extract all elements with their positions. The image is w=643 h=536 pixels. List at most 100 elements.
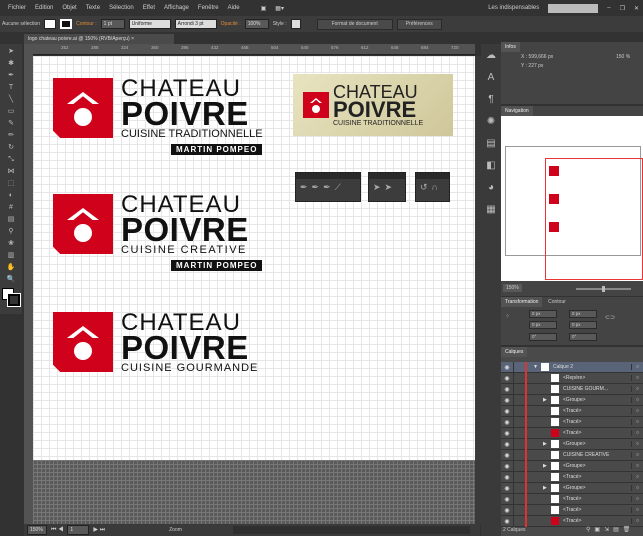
target-circle-icon[interactable]: ○ (631, 507, 643, 513)
opacity-field[interactable]: 100% (244, 19, 269, 29)
target-circle-icon[interactable]: ○ (631, 408, 643, 414)
next-page-icon[interactable]: ▶ ⏭ (93, 526, 105, 534)
type-tool-icon[interactable]: T (4, 83, 18, 92)
expand-arrow-icon[interactable]: ▶ (543, 397, 551, 403)
tab-transformation[interactable]: Transformation (501, 297, 543, 307)
search-input[interactable] (548, 3, 599, 13)
target-circle-icon[interactable]: ○ (631, 452, 643, 458)
target-circle-icon[interactable]: ○ (631, 397, 643, 403)
pen-tools-floating-panel[interactable]: ✒✒✒⟋ (295, 172, 361, 202)
layer-row[interactable]: ◉ <Repère> ○ (501, 372, 643, 384)
y-field[interactable]: 0 px (529, 321, 557, 329)
lock-toggle[interactable] (513, 482, 525, 494)
close-tab-icon[interactable]: × (131, 36, 134, 42)
lock-toggle[interactable] (513, 405, 525, 417)
mesh-tool-icon[interactable]: # (4, 203, 18, 212)
fill-stroke-swatches[interactable] (2, 288, 21, 310)
arrange-icon[interactable]: ▦▾ (275, 5, 284, 12)
rotate-tools-floating-panel[interactable]: ↺∩ (415, 172, 450, 202)
first-page-icon[interactable]: ⏮ ◀ (51, 527, 63, 534)
visibility-eye-icon[interactable]: ◉ (501, 375, 513, 382)
brush-tool-icon[interactable]: ✎ (4, 119, 18, 128)
close-button[interactable]: ✕ (634, 5, 639, 12)
layer-row[interactable]: ◉ CUISINE CREATIVE ○ (501, 449, 643, 461)
navigator-zoom-slider[interactable] (576, 286, 631, 292)
pen-tools-icon[interactable]: ✒✒✒⟋ (296, 179, 360, 196)
logo-gourmande[interactable]: CHATEAU POIVRE CUISINE GOURMANDE (53, 311, 258, 374)
document-setup-button[interactable]: Format de document (316, 18, 393, 30)
shape-builder-tool-icon[interactable]: ◐ (4, 191, 18, 200)
navigator-preview[interactable] (501, 116, 643, 281)
menu-selection[interactable]: Sélection (109, 5, 134, 11)
artboard[interactable]: CHATEAU POIVRE CUISINE TRADITIONNELLE MARTI… (33, 56, 475, 460)
expand-arrow-icon[interactable]: ▶ (543, 485, 551, 491)
menu-aide[interactable]: Aide (228, 5, 240, 11)
graph-tool-icon[interactable]: ▥ (4, 251, 18, 260)
visibility-eye-icon[interactable]: ◉ (501, 419, 513, 426)
line-tool-icon[interactable]: ╲ (4, 95, 18, 104)
fill-swatch[interactable] (44, 19, 57, 29)
menu-fichier[interactable]: Fichier (8, 5, 26, 11)
opacity-label[interactable]: Opacité : (221, 21, 241, 27)
lock-toggle[interactable] (513, 493, 525, 505)
lock-toggle[interactable] (513, 416, 525, 428)
visibility-eye-icon[interactable]: ◉ (501, 397, 513, 404)
minimize-button[interactable]: – (607, 5, 610, 11)
pen-tool-icon[interactable]: ✒ (4, 71, 18, 80)
symbol-tool-icon[interactable]: ❀ (4, 239, 18, 248)
lock-toggle[interactable] (513, 361, 525, 373)
logo-traditionnelle[interactable]: CHATEAU POIVRE CUISINE TRADITIONNELLE MARTI… (53, 77, 263, 155)
character-panel-icon[interactable]: A (483, 72, 499, 88)
tab-navigation[interactable]: Navigation (501, 106, 533, 116)
menu-edition[interactable]: Edition (35, 5, 53, 11)
pasteboard[interactable] (33, 460, 475, 524)
layers-footer-icons[interactable]: ⚲▣⇲▤🗑 (586, 526, 634, 533)
visibility-eye-icon[interactable]: ◉ (501, 408, 513, 415)
style-swatch[interactable] (290, 19, 301, 29)
direct-selection-icon[interactable]: ➤➤ (369, 179, 405, 196)
page-field[interactable]: 1 (67, 525, 90, 535)
target-circle-icon[interactable]: ○ (631, 463, 643, 469)
magic-wand-tool-icon[interactable]: ✱ (4, 59, 18, 68)
document-tab[interactable]: logo chateau poivre.ai @ 150% (RVB/Aperç… (24, 34, 174, 44)
pathfinder-panel-icon[interactable]: ◧ (483, 160, 499, 176)
align-panel-icon[interactable]: ▤ (483, 138, 499, 154)
expand-arrow-icon[interactable]: ▼ (533, 364, 541, 370)
gradient-tool-icon[interactable]: ▤ (4, 215, 18, 224)
appearance-panel-icon[interactable]: ☁ (483, 50, 499, 66)
lock-toggle[interactable] (513, 427, 525, 439)
angle-field[interactable]: 0° (529, 333, 557, 341)
target-circle-icon[interactable]: ○ (631, 474, 643, 480)
menu-fenetre[interactable]: Fenêtre (198, 5, 219, 11)
zoom-field[interactable]: 150% (27, 525, 47, 535)
width-tool-icon[interactable]: ⋈ (4, 167, 18, 176)
eyedropper-tool-icon[interactable]: ⚲ (4, 227, 18, 236)
lock-toggle[interactable] (513, 449, 525, 461)
height-field[interactable]: 0 px (569, 321, 597, 329)
menu-objet[interactable]: Objet (62, 5, 76, 11)
target-circle-icon[interactable]: ○ (631, 518, 643, 524)
hand-tool-icon[interactable]: ✋ (4, 263, 18, 272)
tab-infos[interactable]: Infos (501, 42, 520, 52)
layer-row[interactable]: ◉ ▼ Calque 2 ○ (501, 361, 643, 373)
target-circle-icon[interactable]: ○ (631, 419, 643, 425)
logo-creative[interactable]: CHATEAU POIVRE CUISINE CREATIVE MARTIN POMP… (53, 193, 263, 271)
target-circle-icon[interactable]: ○ (631, 430, 643, 436)
symbols-panel-icon[interactable]: ✺ (483, 116, 499, 132)
target-circle-icon[interactable]: ○ (631, 496, 643, 502)
lock-toggle[interactable] (513, 460, 525, 472)
visibility-eye-icon[interactable]: ◉ (501, 441, 513, 448)
pencil-tool-icon[interactable]: ✏ (4, 131, 18, 140)
menu-effet[interactable]: Effet (143, 5, 155, 11)
selection-tool-icon[interactable]: ➤ (4, 47, 18, 56)
stroke-label[interactable]: Contour : (76, 21, 97, 27)
layer-row[interactable]: ◉ <Tracé> ○ (501, 471, 643, 483)
rotate-reflect-icon[interactable]: ↺∩ (416, 179, 449, 196)
navigator-view-box[interactable] (545, 158, 643, 280)
stroke-style-select[interactable]: Uniforme (128, 19, 171, 29)
visibility-eye-icon[interactable]: ◉ (501, 485, 513, 492)
layer-row[interactable]: ◉ ▶ <Groupe> ○ (501, 438, 643, 450)
layer-row[interactable]: ◉ ▶ <Groupe> ○ (501, 460, 643, 472)
width-field[interactable]: 0 px (569, 310, 597, 318)
constrain-proportions-icon[interactable]: ⊂⊃ (605, 314, 615, 321)
